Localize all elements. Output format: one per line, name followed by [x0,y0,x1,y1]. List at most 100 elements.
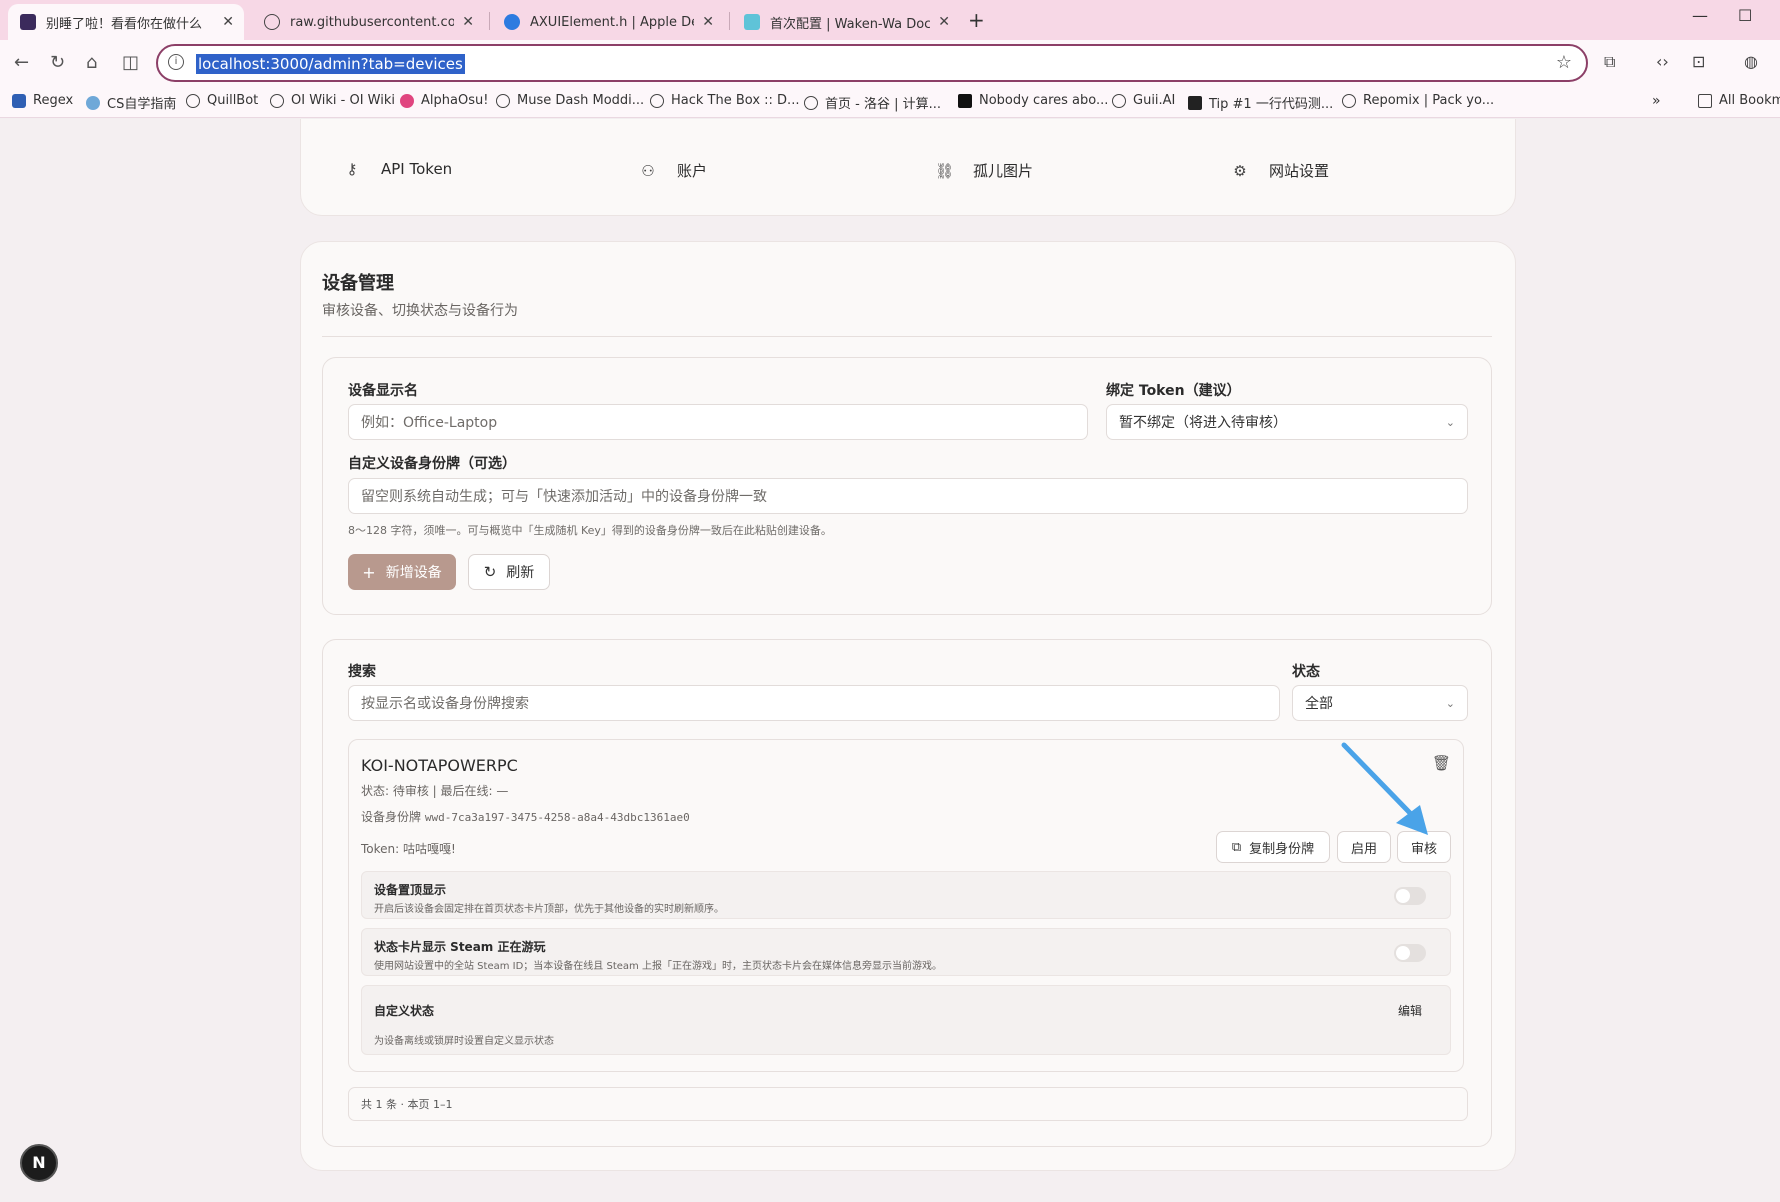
bookmark-luogu[interactable]: 首页 - 洛谷 | 计算... [804,93,941,112]
plus-icon: + [362,562,376,582]
more-bookmarks-icon[interactable]: » [1652,93,1661,109]
setting-title: 状态卡片显示 Steam 正在游玩 [374,940,546,954]
display-name-input[interactable]: 例如：Office-Laptop [348,404,1088,440]
bookmark-hackthebox[interactable]: Hack The Box :: D... [650,93,799,108]
alphaosu-icon [400,93,414,108]
key-icon: ⚷ [346,160,358,178]
globe-icon [186,93,200,108]
chevron-down-icon: ⌄ [1445,696,1455,710]
bookmark-oi-wiki[interactable]: OI Wiki - OI Wiki [270,93,395,108]
split-view-icon[interactable]: ◫ [122,52,139,73]
bookmark-cs-guide[interactable]: CS自学指南 [86,93,176,112]
globe-icon [804,95,818,110]
device-status-line: 状态: 待审核 | 最后在线: — [361,784,509,798]
new-tab-icon[interactable]: + [968,8,985,32]
pin-device-toggle[interactable] [1394,887,1426,905]
search-label: 搜索 [348,664,376,680]
pagination-info: 共 1 条 · 本页 1–1 [348,1087,1468,1121]
globe-icon [270,93,284,108]
custom-id-input[interactable]: 留空则系统自动生成；可与「快速添加活动」中的设备身份牌一致 [348,478,1468,514]
custom-id-label: 自定义设备身份牌（可选） [348,456,516,472]
nav-api-token[interactable]: ⚷ API Token [343,160,453,178]
device-card: KOI-NOTAPOWERPC 🗑 状态: 待审核 | 最后在线: — 设备身份… [348,739,1464,1072]
globe-icon [264,14,280,30]
address-bar[interactable]: i localhost:3000/admin?tab=devices ☆ [156,44,1588,82]
display-name-label: 设备显示名 [348,383,418,399]
reload-icon[interactable]: ↻ [50,52,65,73]
back-icon[interactable]: ← [14,52,29,73]
maximize-icon[interactable]: ☐ [1738,6,1752,25]
browser-toolbar: ← ↻ ⌂ ◫ i localhost:3000/admin?tab=devic… [0,40,1780,86]
extensions-icon[interactable]: ⧉ [1604,52,1615,72]
refresh-button[interactable]: ↻ 刷新 [468,554,550,590]
nav-account[interactable]: ⚇ 账户 [639,160,707,181]
url-text[interactable]: localhost:3000/admin?tab=devices [196,54,465,74]
broken-link-icon: ⛓ [935,161,955,180]
device-token-line: Token: 咕咕嘎嘎! [361,842,456,856]
folder-icon [1698,93,1712,108]
close-tab-icon[interactable]: ✕ [702,14,714,30]
bind-token-select[interactable]: 暂不绑定（将进入待审核） ⌄ [1106,404,1468,440]
tab-raw-github[interactable]: raw.githubusercontent.com/M ✕ [252,4,484,40]
close-tab-icon[interactable]: ✕ [222,14,234,30]
tab-apple-developer[interactable]: AXUIElement.h | Apple Develo ✕ [492,4,724,40]
apple-icon [504,14,520,30]
bind-token-label: 绑定 Token（建议） [1106,383,1241,399]
annotation-arrow-icon [1341,742,1428,835]
minimize-icon[interactable]: — [1692,6,1708,25]
bookmark-repomix[interactable]: Repomix | Pack yo... [1342,93,1494,108]
bookmark-regex[interactable]: Regex [12,93,73,108]
site-logo-icon [958,93,972,108]
pin-device-setting: 设备置顶显示 开启后该设备会固定排在首页状态卡片顶部，优先于其他设备的实时刷新顺… [361,871,1451,919]
globe-icon [1342,93,1356,108]
device-id-value: wwd-7ca3a197-3475-4258-a8a4-43dbc1361ae0 [424,811,690,824]
device-search-input[interactable]: 按显示名或设备身份牌搜索 [348,685,1280,721]
custom-status-setting: 自定义状态 为设备离线或锁屏时设置自定义显示状态 编辑 [361,985,1451,1055]
notebook-icon [1188,95,1202,110]
add-device-button[interactable]: + 新增设备 [348,554,456,590]
bookmark-quillbot[interactable]: QuillBot [186,93,258,108]
setting-title: 自定义状态 [374,1004,435,1018]
admin-nav-card: ⚷ API Token ⚇ 账户 ⛓ 孤儿图片 ⚙ 网站设置 [300,119,1516,216]
device-name: KOI-NOTAPOWERPC [361,756,518,775]
site-info-icon[interactable]: i [168,54,184,70]
tab-search-icon[interactable]: ⊡ [1692,52,1705,71]
close-tab-icon[interactable]: ✕ [462,14,474,30]
all-bookmarks-folder[interactable]: All Bookmarks [1698,93,1780,108]
globe-icon [1112,93,1126,108]
steam-playing-toggle[interactable] [1394,944,1426,962]
tab-separator [489,12,490,30]
status-filter-select[interactable]: 全部 ⌄ [1292,685,1468,721]
custom-id-hint: 8～128 字符，须唯一。可与概览中「生成随机 Key」得到的设备身份牌一致后在… [348,524,832,537]
edit-custom-status-button[interactable]: 编辑 [1398,1002,1422,1019]
bookmark-muse-dash[interactable]: Muse Dash Moddi... [496,93,644,108]
bookmark-guii[interactable]: Guii.AI [1112,93,1175,108]
bookmark-tip[interactable]: Tip #1 一行代码测... [1188,93,1333,112]
globe-icon [650,93,664,108]
setting-description: 开启后该设备会固定排在首页状态卡片顶部，优先于其他设备的实时刷新顺序。 [374,904,724,915]
dev-tools-badge[interactable]: N [20,1144,58,1182]
tab-waken-docs[interactable]: 首次配置 | Waken-Wa Docume ✕ [732,4,960,40]
cs-guide-icon [86,95,100,110]
copy-id-button[interactable]: ⧉ 复制身份牌 [1216,831,1330,863]
globe-icon [496,93,510,108]
tab-active[interactable]: 别睡了啦！看看你在做什么 ✕ [8,4,244,40]
nav-orphan-images[interactable]: ⛓ 孤儿图片 [935,160,1033,181]
setting-title: 设备置顶显示 [374,883,447,897]
steam-playing-setting: 状态卡片显示 Steam 正在游玩 使用网站设置中的全站 Steam ID；当本… [361,928,1451,976]
devtools-icon[interactable]: ‹› [1656,52,1669,71]
section-title: 设备管理 [322,273,394,294]
bookmark-star-icon[interactable]: ☆ [1556,52,1572,73]
profile-avatar-icon[interactable]: ◍ [1744,52,1758,71]
bookmark-alphaosu[interactable]: AlphaOsu! [400,93,488,108]
admin-page: ⚷ API Token ⚇ 账户 ⛓ 孤儿图片 ⚙ 网站设置 设备管理 审核设备… [0,119,1780,1202]
tab-title: raw.githubusercontent.com/M [290,14,455,30]
nav-site-settings[interactable]: ⚙ 网站设置 [1231,160,1329,181]
user-gear-icon: ⚇ [641,161,655,180]
bookmark-nobody-cares[interactable]: Nobody cares abo... [958,93,1108,108]
chevron-down-icon: ⌄ [1445,415,1455,429]
gear-icon: ⚙ [1233,161,1247,180]
close-tab-icon[interactable]: ✕ [938,14,950,30]
home-icon[interactable]: ⌂ [86,52,97,73]
device-id-line: 设备身份牌 wwd-7ca3a197-3475-4258-a8a4-43dbc1… [361,810,690,824]
